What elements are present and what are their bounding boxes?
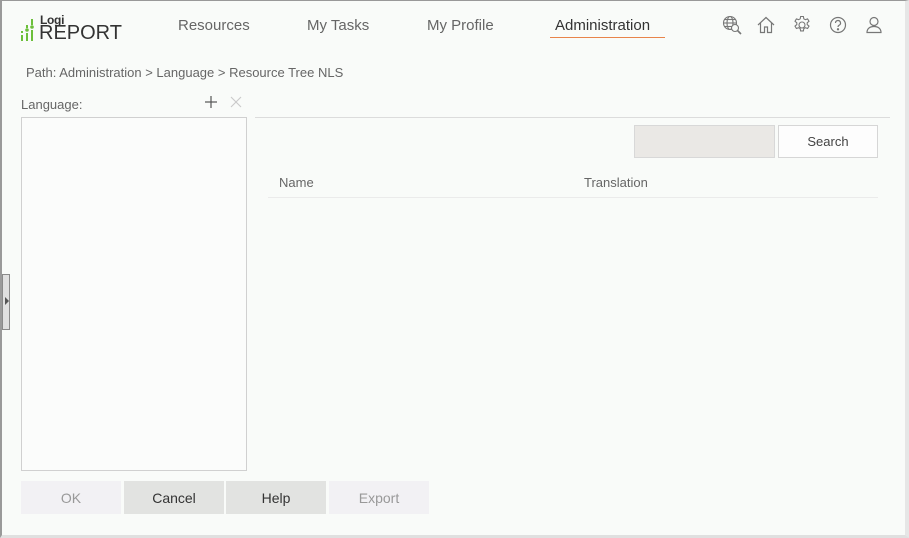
- logo-text-bottom: REPORT: [39, 22, 122, 44]
- language-list[interactable]: [21, 117, 247, 471]
- add-language-button[interactable]: [203, 94, 219, 110]
- nav-resources[interactable]: Resources: [178, 17, 250, 34]
- export-button[interactable]: Export: [329, 481, 429, 514]
- delete-language-button[interactable]: [229, 95, 243, 109]
- app-window: Logi REPORT Resources My Tasks My Profil…: [0, 0, 909, 538]
- home-icon[interactable]: [756, 15, 776, 35]
- sidebar-expand-handle[interactable]: [2, 274, 10, 330]
- logo-bars-icon: [21, 19, 34, 41]
- search-input[interactable]: [634, 125, 775, 158]
- logi-report-logo: Logi REPORT: [18, 13, 122, 44]
- caret-right-icon: [5, 297, 9, 305]
- plus-icon: [205, 96, 217, 108]
- breadcrumb: Path: Administration > Language > Resour…: [26, 65, 344, 80]
- active-nav-indicator: [550, 37, 665, 38]
- ok-button[interactable]: OK: [21, 481, 121, 514]
- cancel-button[interactable]: Cancel: [124, 481, 224, 514]
- close-icon: [230, 96, 242, 108]
- nav-administration[interactable]: Administration: [555, 17, 650, 34]
- user-icon[interactable]: [864, 15, 884, 35]
- search-button[interactable]: Search: [778, 125, 878, 158]
- gear-icon[interactable]: [792, 15, 812, 35]
- column-header-name[interactable]: Name: [279, 175, 314, 190]
- globe-search-icon[interactable]: [722, 15, 742, 35]
- help-icon[interactable]: [828, 15, 848, 35]
- nav-my-profile[interactable]: My Profile: [427, 17, 494, 34]
- column-header-translation[interactable]: Translation: [584, 175, 648, 190]
- nav-my-tasks[interactable]: My Tasks: [307, 17, 369, 34]
- divider: [255, 117, 890, 118]
- language-label: Language:: [21, 97, 83, 112]
- help-button[interactable]: Help: [226, 481, 326, 514]
- table-header-divider: [268, 197, 878, 198]
